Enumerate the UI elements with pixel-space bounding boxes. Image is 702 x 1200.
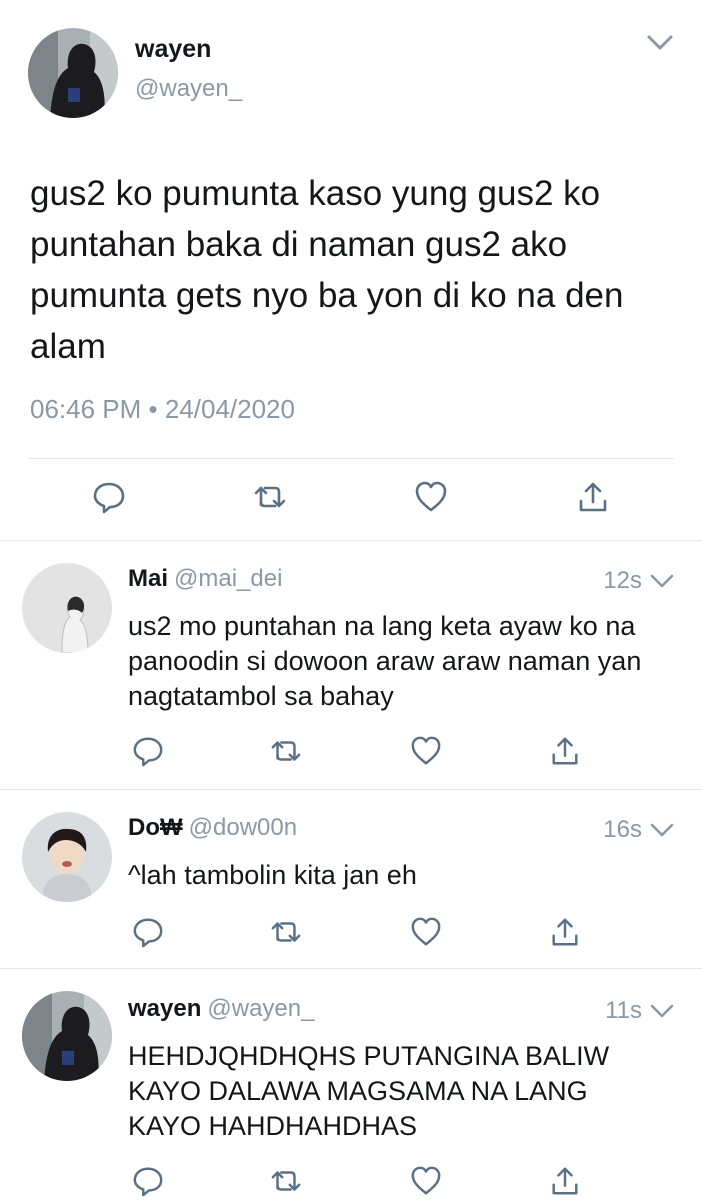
retweet-icon[interactable] — [270, 916, 302, 948]
author-handle[interactable]: @wayen_ — [207, 995, 314, 1022]
like-icon[interactable] — [410, 1165, 442, 1197]
retweet-icon[interactable] — [270, 735, 302, 767]
author-handle[interactable]: @wayen_ — [135, 75, 242, 103]
avatar[interactable] — [22, 563, 112, 653]
avatar[interactable] — [28, 28, 118, 118]
reply-actions — [0, 916, 702, 952]
reply-actions — [0, 1165, 702, 1200]
retweet-icon[interactable] — [253, 480, 287, 514]
share-icon[interactable] — [549, 1165, 581, 1197]
tweet-text: gus2 ko pumunta kaso yung gus2 ko puntah… — [30, 174, 624, 366]
chevron-down-icon[interactable] — [648, 1001, 676, 1021]
chevron-down-icon[interactable] — [648, 571, 676, 591]
author-handle[interactable]: @dow00n — [189, 814, 297, 841]
reply-tweet[interactable]: Mai @mai_dei 12s us2 mo puntahan na lang … — [0, 541, 702, 789]
chevron-down-icon[interactable] — [648, 820, 676, 840]
reply-text: HEHDJQHDHQHS PUTANGINA BALIW KAYO DALAWA… — [128, 1041, 610, 1141]
divider — [28, 458, 674, 459]
reply-header: wayen @wayen_ — [128, 995, 314, 1023]
reply-time: 16s — [603, 816, 642, 843]
author-handle[interactable]: @mai_dei — [174, 565, 282, 592]
author-name[interactable]: wayen — [135, 35, 211, 64]
reply-icon[interactable] — [132, 1165, 164, 1197]
reply-time: 11s — [605, 997, 642, 1024]
share-icon[interactable] — [549, 735, 581, 767]
retweet-icon[interactable] — [270, 1165, 302, 1197]
reply-text: us2 mo puntahan na lang keta ayaw ko na … — [128, 611, 642, 711]
author-name[interactable]: Do₩ — [128, 814, 183, 841]
reply-icon[interactable] — [92, 480, 126, 514]
avatar[interactable] — [22, 991, 112, 1081]
like-icon[interactable] — [414, 480, 448, 514]
like-icon[interactable] — [410, 916, 442, 948]
main-tweet: wayen @wayen_ gus2 ko pumunta kaso yung … — [0, 0, 702, 540]
reply-tweet[interactable]: Do₩ @dow00n 16s ^lah tambolin kita jan eh — [0, 790, 702, 968]
reply-icon[interactable] — [132, 735, 164, 767]
author-name[interactable]: wayen — [128, 995, 201, 1022]
share-icon[interactable] — [549, 916, 581, 948]
reply-header: Mai @mai_dei — [128, 565, 282, 593]
author-name[interactable]: Mai — [128, 565, 168, 592]
tweet-timestamp: 06:46 PM • 24/04/2020 — [30, 394, 295, 424]
reply-text: ^lah tambolin kita jan eh — [128, 860, 417, 890]
like-icon[interactable] — [410, 735, 442, 767]
tweet-actions — [0, 480, 702, 520]
reply-actions — [0, 735, 702, 771]
reply-tweet[interactable]: wayen @wayen_ 11s HEHDJQHDHQHS PUTANGINA … — [0, 969, 702, 1200]
reply-time: 12s — [603, 567, 642, 594]
chevron-down-icon[interactable] — [644, 30, 676, 54]
avatar[interactable] — [22, 812, 112, 902]
reply-icon[interactable] — [132, 916, 164, 948]
share-icon[interactable] — [576, 480, 610, 514]
reply-header: Do₩ @dow00n — [128, 814, 297, 842]
